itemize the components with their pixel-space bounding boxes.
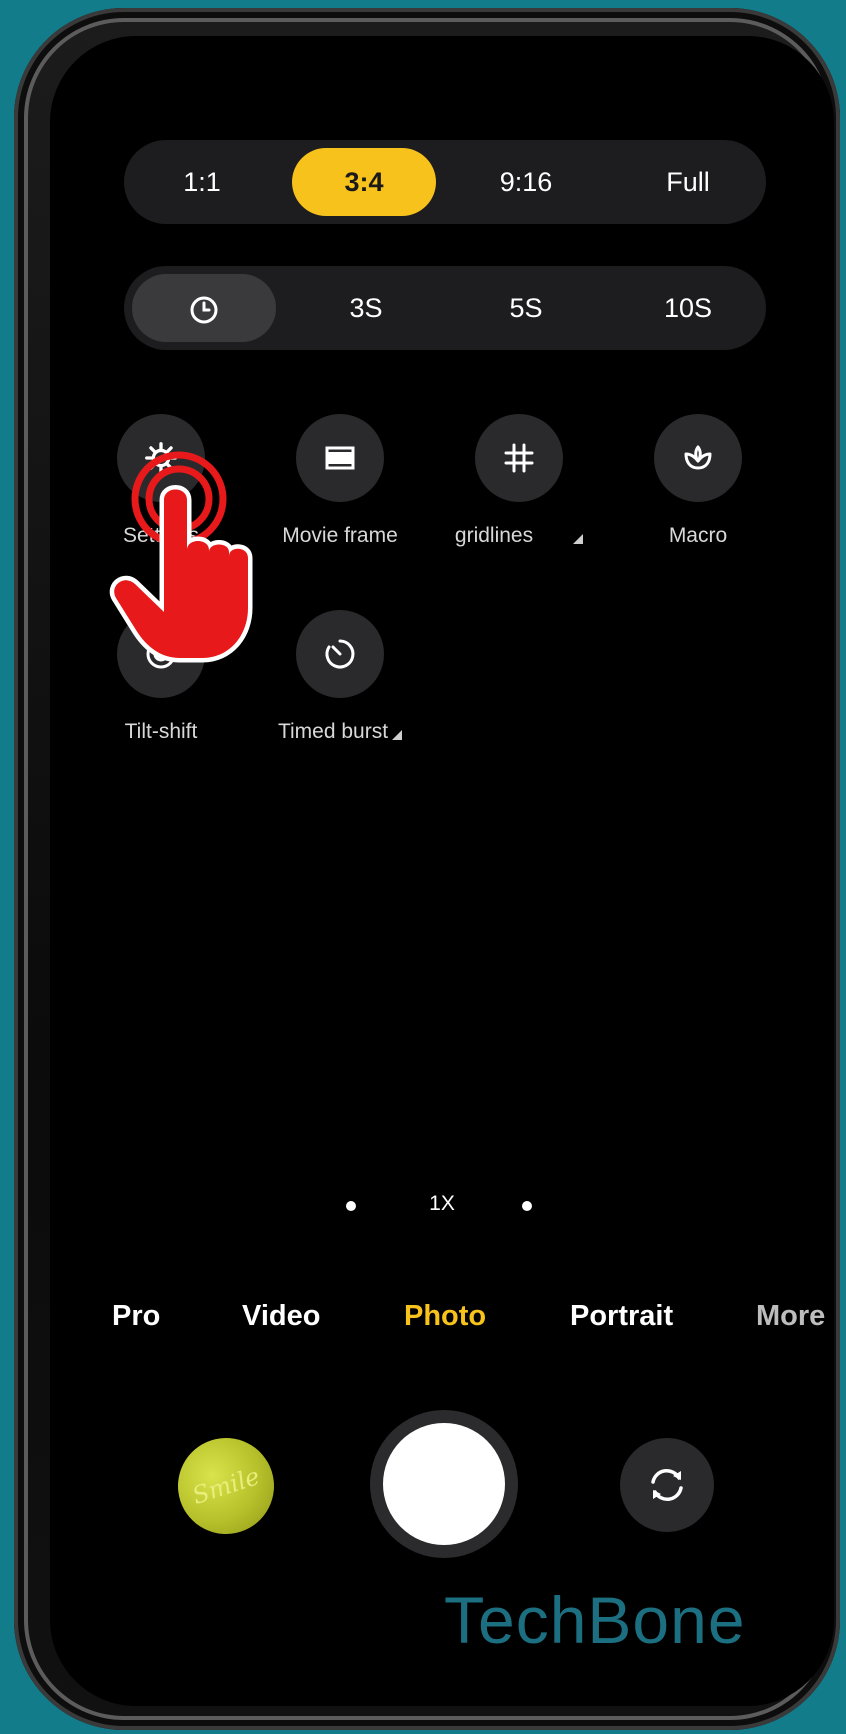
tool-gridlines[interactable]: gridlines bbox=[434, 414, 604, 548]
movie-frame-button[interactable] bbox=[296, 414, 384, 502]
zoom-selector: 1X bbox=[50, 1186, 834, 1226]
timer-option-10s[interactable]: 10S bbox=[618, 274, 758, 342]
tool-label-tilt-shift: Tilt-shift bbox=[124, 720, 198, 743]
tool-label-movie-frame: Movie frame bbox=[282, 524, 398, 547]
tap-indicator-hand-icon bbox=[109, 451, 253, 663]
tool-label-gridlines: gridlines bbox=[434, 524, 604, 548]
shutter-button[interactable] bbox=[370, 1410, 518, 1558]
aspect-option-1-1[interactable]: 1:1 bbox=[132, 148, 272, 216]
phone-frame: 1:1 3:4 9:16 Full 3S 5S 10S Movie frame … bbox=[14, 8, 840, 1730]
shutter-inner bbox=[383, 1423, 505, 1545]
timer-option-5s[interactable]: 5S bbox=[456, 274, 596, 342]
mode-video[interactable]: Video bbox=[242, 1300, 320, 1333]
grid-icon bbox=[504, 443, 534, 473]
switch-camera-button[interactable] bbox=[620, 1438, 714, 1532]
aspect-option-3-4[interactable]: 3:4 bbox=[292, 148, 436, 216]
zoom-dot-left[interactable] bbox=[346, 1201, 356, 1211]
timed-burst-button[interactable] bbox=[296, 610, 384, 698]
aspect-option-full[interactable]: Full bbox=[618, 148, 758, 216]
clock-icon bbox=[190, 296, 218, 324]
aspect-ratio-selector: 1:1 3:4 9:16 Full bbox=[124, 140, 766, 224]
camera-screen: 1:1 3:4 9:16 Full 3S 5S 10S Movie frame … bbox=[50, 36, 834, 1706]
movie-frame-icon bbox=[325, 446, 355, 470]
tool-label-timed-burst: Timed burst bbox=[255, 720, 425, 744]
techbone-watermark: TechBone bbox=[444, 1583, 746, 1657]
zoom-dot-right[interactable] bbox=[522, 1201, 532, 1211]
submenu-triangle-icon bbox=[392, 730, 403, 740]
tool-movie-frame[interactable]: Movie frame bbox=[255, 414, 425, 548]
tool-label-macro: Macro bbox=[668, 524, 728, 547]
zoom-level-label[interactable]: 1X bbox=[412, 1192, 472, 1216]
timer-selector: 3S 5S 10S bbox=[124, 266, 766, 350]
timer-option-off[interactable] bbox=[132, 274, 276, 342]
mode-photo[interactable]: Photo bbox=[404, 1300, 486, 1333]
macro-flower-icon bbox=[684, 445, 712, 470]
gallery-thumbnail[interactable]: Smile bbox=[165, 1425, 287, 1547]
tool-timed-burst[interactable]: Timed burst bbox=[255, 610, 425, 744]
submenu-triangle-icon bbox=[573, 534, 584, 544]
timer-option-3s[interactable]: 3S bbox=[296, 274, 436, 342]
switch-camera-icon bbox=[651, 1469, 683, 1501]
mode-more[interactable]: More bbox=[756, 1300, 825, 1333]
macro-button[interactable] bbox=[654, 414, 742, 502]
gridlines-button[interactable] bbox=[475, 414, 563, 502]
tool-macro[interactable]: Macro bbox=[613, 414, 783, 548]
timer-burst-icon bbox=[325, 639, 355, 669]
mode-portrait[interactable]: Portrait bbox=[570, 1300, 673, 1333]
mode-pro[interactable]: Pro bbox=[112, 1300, 160, 1333]
aspect-option-9-16[interactable]: 9:16 bbox=[456, 148, 596, 216]
